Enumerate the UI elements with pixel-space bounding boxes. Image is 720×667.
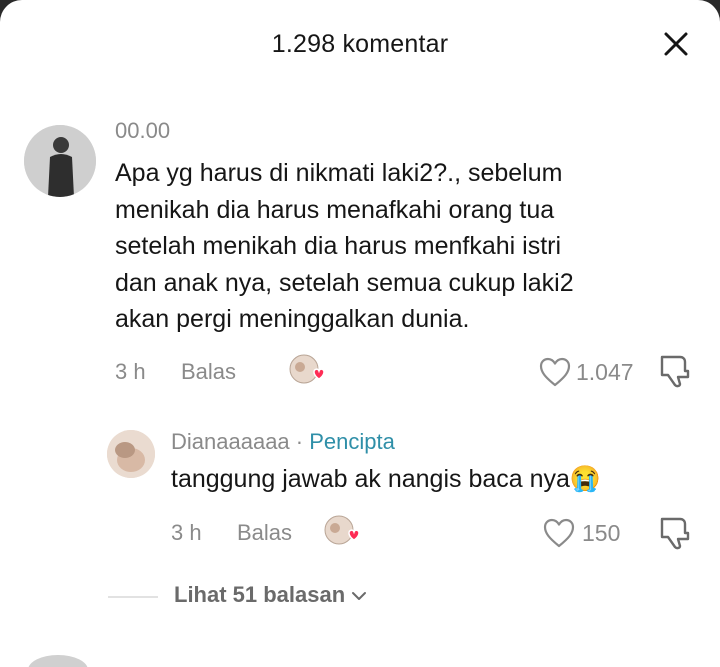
separator-dot: · xyxy=(295,429,304,454)
comment-text-line: Apa yg harus di nikmati laki2?., sebelum xyxy=(115,159,563,187)
like-count: 1.047 xyxy=(576,359,634,385)
creator-liked-badge-icon xyxy=(289,354,325,384)
comment-text-line: akan pergi meninggalkan dunia. xyxy=(115,305,470,333)
reply-button[interactable]: Balas xyxy=(181,359,236,385)
comments-sheet: 1.298 komentar 00.00 Apa yg harus di nik… xyxy=(0,0,720,667)
reply-username-line: Dianaaaaaa · Pencipta xyxy=(171,429,395,455)
avatar[interactable] xyxy=(24,125,96,197)
reply-text-body: tanggung jawab ak nangis baca nya xyxy=(171,465,570,493)
dislike-icon[interactable] xyxy=(658,353,692,389)
view-replies-button[interactable]: Lihat 51 balasan xyxy=(174,582,367,608)
comment-username[interactable]: 00.00 xyxy=(115,118,170,144)
reply-text: tanggung jawab ak nangis baca nya😭 xyxy=(171,465,601,494)
chevron-down-icon xyxy=(352,592,367,601)
comments-count-title: 1.298 komentar xyxy=(271,30,449,58)
comment-text: Apa yg harus di nikmati laki2?., sebelum… xyxy=(115,155,695,338)
reply-like-count: 150 xyxy=(582,520,621,546)
silhouette-avatar-icon xyxy=(24,125,96,197)
like-heart-icon[interactable] xyxy=(538,356,572,388)
reply-reply-button[interactable]: Balas xyxy=(237,520,292,546)
comment-text-line: dan anak nya, setelah semua cukup laki2 xyxy=(115,268,574,297)
reply-avatar[interactable] xyxy=(107,430,155,478)
profile-photo-icon xyxy=(107,430,155,478)
view-replies-label: Lihat 51 balasan xyxy=(174,582,346,607)
comment-text-line: setelah menikah dia harus menfkahi istri xyxy=(115,232,562,260)
like-heart-icon[interactable] xyxy=(542,517,576,549)
comment-time: 3 h xyxy=(115,359,146,384)
creator-label: Pencipta xyxy=(309,429,395,454)
dislike-icon[interactable] xyxy=(658,515,692,551)
reply-username[interactable]: Dianaaaaaa xyxy=(171,429,290,454)
comment-text-line: menikah dia harus menafkahi orang tua xyxy=(115,195,555,224)
reply-time: 3 h xyxy=(171,520,202,545)
close-icon[interactable] xyxy=(662,30,690,58)
next-comment-avatar[interactable] xyxy=(28,655,88,667)
crying-emoji-icon: 😭 xyxy=(569,465,602,493)
creator-liked-badge-icon xyxy=(324,515,360,545)
view-replies-divider xyxy=(108,596,158,598)
